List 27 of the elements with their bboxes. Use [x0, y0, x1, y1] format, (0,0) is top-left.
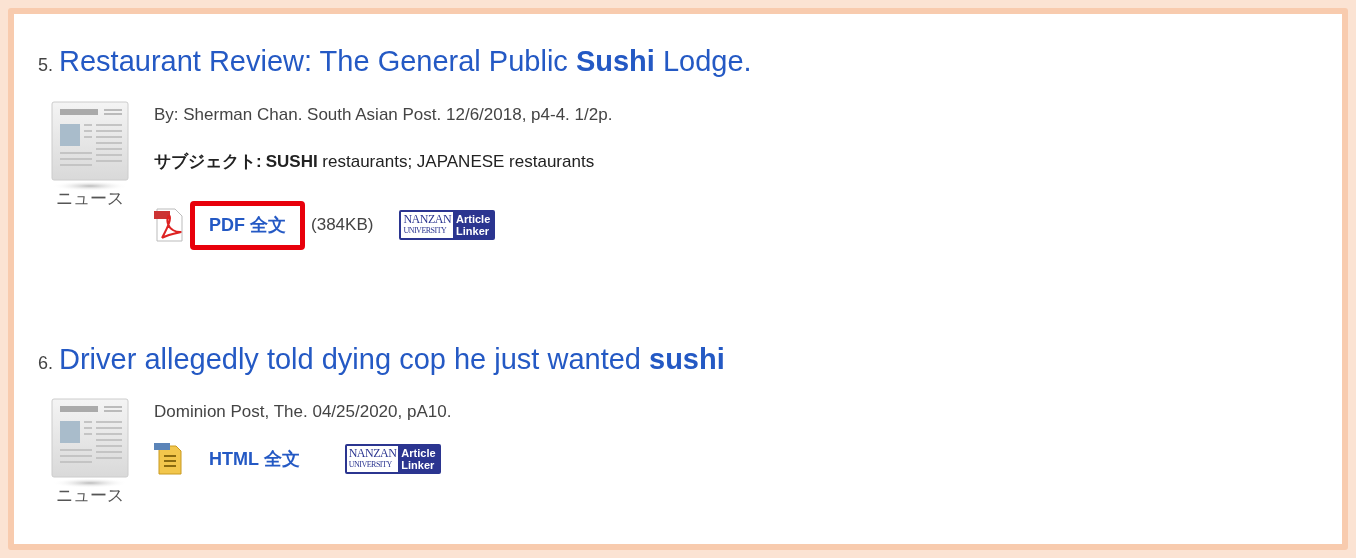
article-linker-button[interactable]: NANZAN UNIVERSITY Article Linker — [344, 444, 441, 474]
badge-text: Linker — [456, 225, 491, 237]
badge-text: Article — [401, 447, 436, 459]
document-type-label: ニュース — [56, 187, 124, 210]
logo-text: UNIVERSITY — [403, 225, 448, 236]
result-title-link[interactable]: Restaurant Review: The General Public Sushi Lodge. — [59, 40, 752, 84]
full-text-link[interactable]: HTML 全文 — [190, 434, 319, 484]
logo-text: NANZAN — [348, 448, 397, 459]
logo-text: NANZAN — [403, 214, 452, 225]
document-file-icon — [154, 442, 184, 476]
logo-text: UNIVERSITY — [348, 459, 393, 470]
newspaper-icon — [50, 99, 130, 192]
result-number: 5. — [38, 54, 53, 77]
full-text-link[interactable]: PDF 全文 — [190, 200, 305, 250]
result-number: 6. — [38, 351, 53, 375]
result-title-link[interactable]: Driver allegedly told dying cop he just wanted sushi — [59, 337, 725, 381]
document-type-label: ニュース — [56, 485, 124, 507]
subject-terms: SUSHI restaurants; JAPANESE restaurants — [265, 151, 595, 173]
badge-text: Linker — [401, 459, 436, 471]
badge-text: Article — [456, 213, 491, 225]
pdf-file-icon — [154, 208, 184, 242]
article-linker-button[interactable]: NANZAN UNIVERSITY Article Linker — [399, 210, 496, 240]
newspaper-icon — [50, 397, 130, 489]
citation-text: Dominion Post, The. 04/25/2020, pA10. — [154, 401, 452, 423]
file-size: (384KB) — [311, 214, 374, 237]
subject-label: サブジェクト: — [154, 151, 262, 173]
citation-text: By: Sherman Chan. South Asian Post. 12/6/2018, p4-4. 1/2p. — [154, 103, 613, 126]
